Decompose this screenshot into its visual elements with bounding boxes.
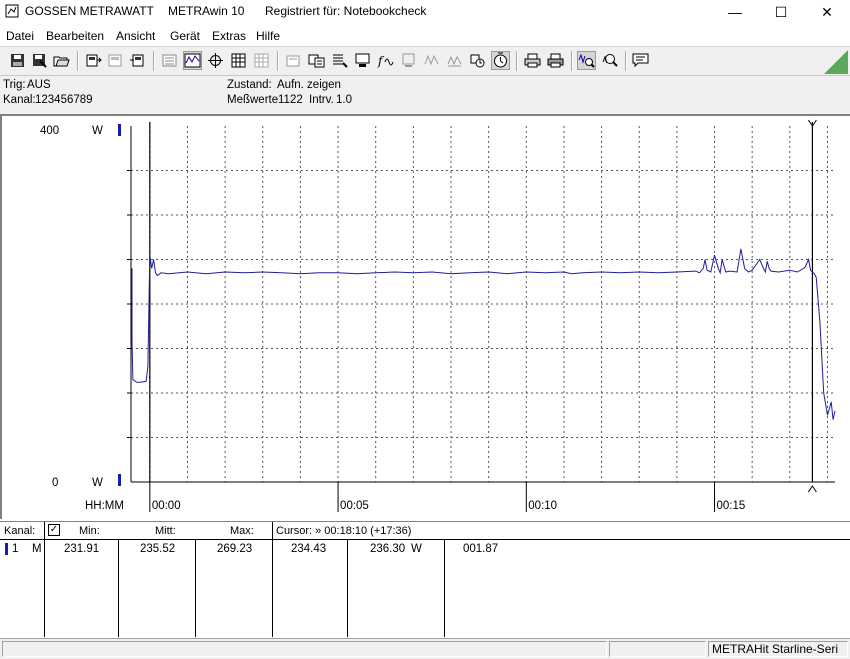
y-unit-bottom: W (92, 477, 103, 489)
waveform-view-icon[interactable] (183, 51, 202, 70)
compass-icon[interactable] (491, 51, 510, 70)
header-mitt: Mitt: (155, 525, 176, 537)
signal-icon[interactable] (423, 52, 440, 69)
trig-value: AUS (27, 79, 51, 91)
menu-datei[interactable]: Datei (6, 29, 34, 43)
corner-indicator (824, 50, 848, 74)
intrv-label: Intrv. (309, 94, 334, 106)
print-preview-icon[interactable] (524, 52, 541, 69)
save-as-icon[interactable] (31, 52, 48, 69)
x-tick-label: 00:15 (717, 500, 746, 512)
svg-text:f: f (377, 54, 385, 68)
data-transfer-icon[interactable] (308, 52, 325, 69)
x-axis-label: HH:MM (85, 500, 124, 512)
x-tick-label: 00:05 (340, 500, 369, 512)
registered-title: Registriert für: Notebookcheck (265, 4, 427, 18)
row-value2: 236.30 (370, 543, 406, 555)
measurement-table: Kanal: ✓ Min: Mitt: Max: Cursor: » 00:18… (0, 521, 850, 637)
x-tick-label: 00:10 (528, 500, 557, 512)
y-unit-top: W (92, 125, 103, 137)
trig-label: Trig: (3, 79, 26, 91)
row-min: 231.91 (64, 543, 100, 555)
kanal-value: 123456789 (35, 94, 93, 106)
channel-checkbox[interactable]: ✓ (48, 524, 60, 536)
kanal-label: Kanal: (3, 94, 36, 106)
monitor-icon[interactable] (354, 52, 371, 69)
chart-export-icon[interactable] (285, 52, 302, 69)
chart-grid (127, 126, 835, 482)
maximize-button[interactable]: ☐ (758, 0, 804, 24)
chart-area[interactable]: 400 W 0 W HH:MM 00:00 00:05 00:10 00:15 (0, 114, 850, 519)
y-min-label: 0 (52, 477, 58, 489)
row-cursor-value: 234.43 (291, 543, 327, 555)
device-icon[interactable] (400, 52, 417, 69)
comment-icon[interactable] (632, 52, 649, 69)
vendor-title: GOSSEN METRAWATT (25, 4, 154, 18)
table-grid-icon[interactable] (253, 52, 270, 69)
crosshair-icon[interactable] (207, 52, 224, 69)
menu-geraet[interactable]: Gerät (170, 29, 200, 43)
messwerte-label: Meßwerte (227, 94, 279, 106)
header-max: Max: (230, 525, 254, 537)
status-pane-main (2, 641, 607, 657)
list-settings-icon[interactable] (331, 52, 348, 69)
channel-color-marker (5, 543, 8, 555)
x-tick-label: 00:00 (152, 500, 181, 512)
x-tick-labels: 00:00 00:05 00:10 00:15 (149, 482, 746, 512)
status-device: METRAHit Starline-Seri (708, 641, 848, 657)
row-value2-unit: W (411, 543, 422, 555)
save-icon[interactable] (9, 52, 26, 69)
menu-bar: Datei Bearbeiten Ansicht Gerät Extras Hi… (0, 26, 850, 46)
row-mitt: 235.52 (140, 543, 176, 555)
app-icon (5, 4, 19, 18)
function-icon[interactable]: f (377, 52, 394, 69)
row-unit: M (32, 543, 42, 555)
power-chart[interactable]: 400 W 0 W HH:MM 00:00 00:05 00:10 00:15 (2, 116, 850, 519)
menu-extras[interactable]: Extras (212, 29, 246, 43)
row-channel[interactable]: 1 (12, 543, 18, 555)
status-pane-middle (609, 641, 706, 657)
zustand-value: Aufn. zeigen (277, 79, 341, 91)
device-config-icon[interactable] (107, 52, 124, 69)
intrv-value: 1.0 (336, 94, 352, 106)
menu-bearbeiten[interactable]: Bearbeiten (46, 29, 104, 43)
app-title: METRAwin 10 (168, 4, 245, 18)
minimize-button[interactable]: — (712, 0, 758, 24)
list-view-icon[interactable] (161, 52, 178, 69)
header-min: Min: (79, 525, 100, 537)
menu-hilfe[interactable]: Hilfe (256, 29, 280, 43)
cursor-bottom-handle[interactable] (807, 485, 817, 493)
power-series-line (131, 248, 836, 420)
header-kanal: Kanal: (4, 525, 36, 537)
title-bar: GOSSEN METRAWATT METRAwin 10 Registriert… (0, 0, 850, 24)
header-divider (0, 539, 850, 540)
zustand-label: Zustand: (227, 79, 272, 91)
toolbar: f (0, 46, 850, 75)
header-cursor: Cursor: » 00:18:10 (+17:36) (276, 525, 412, 537)
device-read-icon[interactable] (85, 52, 102, 69)
close-button[interactable]: ✕ (804, 0, 850, 24)
status-bar: METRAHit Starline-Seri (0, 638, 850, 659)
zoom-icon[interactable] (601, 52, 618, 69)
device-send-icon[interactable] (129, 52, 146, 69)
row-value3: 001.87 (463, 543, 499, 555)
time-markers[interactable] (149, 119, 817, 493)
zoom-waveform-icon[interactable] (577, 51, 596, 70)
y-bottom-marker (118, 474, 121, 486)
status-info-panel: Trig: AUS Kanal: 123456789 Zustand: Aufn… (0, 75, 850, 115)
magnet-icon[interactable] (469, 52, 486, 69)
table-view-icon[interactable] (230, 52, 247, 69)
y-top-marker (118, 124, 121, 136)
open-folder-icon[interactable] (53, 52, 70, 69)
menu-ansicht[interactable]: Ansicht (116, 29, 155, 43)
print-icon[interactable] (547, 52, 564, 69)
y-max-label: 400 (40, 125, 59, 137)
row-max: 269.23 (217, 543, 253, 555)
messwerte-value: 1122 (278, 94, 303, 106)
signal-grid-icon[interactable] (446, 52, 463, 69)
